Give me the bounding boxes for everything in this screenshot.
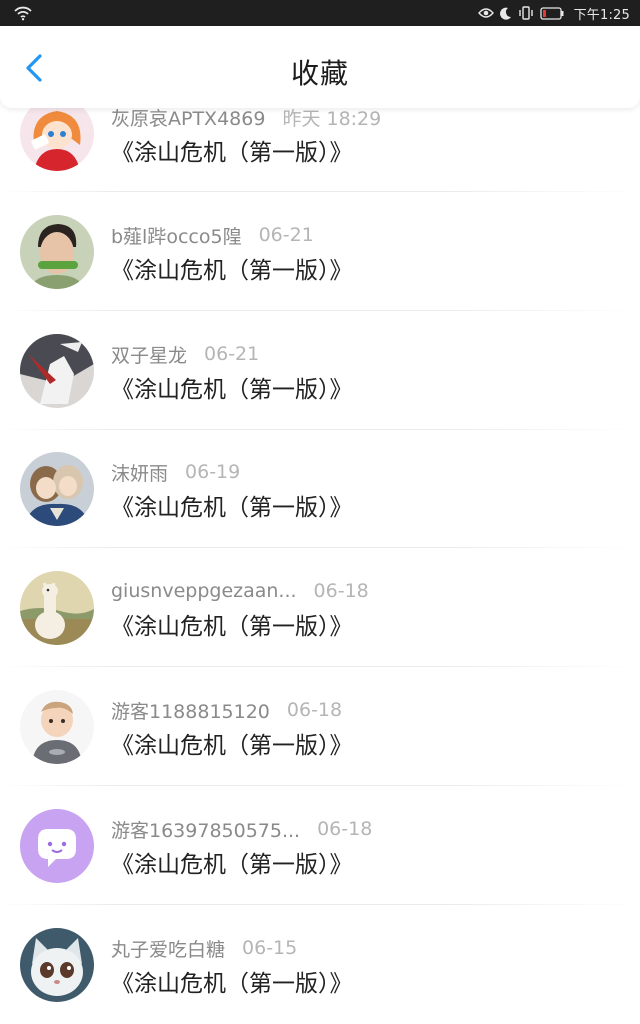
item-meta: giusnveppgezaan... 06-18 [111,578,369,604]
man-portrait-avatar[interactable] [20,215,94,289]
item-date: 06-21 [204,343,260,365]
user-name: 游客16397850575... [111,819,301,842]
chevron-left-icon [26,54,42,82]
item-meta: 游客1188815120 06-18 [111,697,342,723]
item-meta: 沫妍雨 06-19 [111,459,240,485]
list-item[interactable]: 丸子爱吃白糖 06-15 《涂山危机（第一版）》 [0,928,640,1024]
user-name: 沫妍雨 [111,462,169,485]
anime-couple-avatar[interactable] [20,452,94,526]
item-date: 06-18 [313,580,369,602]
item-date: 06-19 [185,461,241,483]
divider [0,785,640,786]
user-name: giusnveppgezaan... [111,580,297,602]
status-time: 下午1:25 [573,7,630,23]
divider [0,666,640,667]
divider [0,310,640,311]
knight-illustration-avatar[interactable] [20,334,94,408]
battery-low-icon [539,6,564,20]
vibrate-icon [518,6,533,20]
user-name: b薤l跸occo5隍 [111,225,242,248]
list-item[interactable]: 游客16397850575... 06-18 《涂山危机（第一版）》 [0,809,640,927]
list-item[interactable]: 灰原哀APTX4869 昨天 18:29 《涂山危机（第一版）》 [0,97,640,215]
item-title[interactable]: 《涂山危机（第一版）》 [111,488,353,522]
anime-girl-avatar[interactable] [20,97,94,171]
back-button[interactable] [14,48,54,88]
list-item[interactable]: giusnveppgezaan... 06-18 《涂山危机（第一版）》 [0,571,640,689]
alpaca-avatar[interactable] [20,571,94,645]
item-title[interactable]: 《涂山危机（第一版）》 [111,370,353,404]
cartoon-cat-avatar[interactable] [20,928,94,1002]
baby-avatar[interactable] [20,690,94,764]
favorites-list[interactable]: 灰原哀APTX4869 昨天 18:29 《涂山危机（第一版）》 b薤l跸occ… [0,26,640,1024]
user-name: 丸子爱吃白糖 [111,938,226,961]
item-meta: 双子星龙 06-21 [111,341,259,367]
item-title[interactable]: 《涂山危机（第一版）》 [111,726,353,760]
wifi-icon [14,6,32,21]
divider [0,429,640,430]
page-title: 收藏 [290,57,349,90]
status-bar: 下午1:25 [0,0,640,26]
list-item[interactable]: 沫妍雨 06-19 《涂山危机（第一版）》 [0,452,640,570]
item-meta: b薤l跸occo5隍 06-21 [111,222,314,248]
chat-bubble-avatar[interactable] [20,809,94,883]
item-meta: 游客16397850575... 06-18 [111,816,372,842]
item-title[interactable]: 《涂山危机（第一版）》 [111,607,353,641]
item-title[interactable]: 《涂山危机（第一版）》 [111,251,353,285]
item-date: 06-18 [286,699,343,721]
item-title[interactable]: 《涂山危机（第一版）》 [111,133,353,167]
divider [0,547,640,548]
list-item[interactable]: b薤l跸occo5隍 06-21 《涂山危机（第一版）》 [0,215,640,333]
item-title[interactable]: 《涂山危机（第一版）》 [111,964,353,998]
list-item[interactable]: 游客1188815120 06-18 《涂山危机（第一版）》 [0,690,640,808]
divider [0,191,640,192]
moon-icon [499,7,511,20]
eye-icon [477,8,494,18]
item-date: 06-21 [258,224,314,246]
item-meta: 丸子爱吃白糖 06-15 [111,935,297,961]
list-item[interactable]: 双子星龙 06-21 《涂山危机（第一版）》 [0,334,640,452]
user-name: 双子星龙 [111,344,188,367]
item-date: 06-15 [242,937,298,959]
item-title[interactable]: 《涂山危机（第一版）》 [111,845,353,879]
divider [0,904,640,905]
user-name: 游客1188815120 [111,700,270,723]
item-date: 06-18 [317,818,373,840]
header: 收藏 [0,26,640,108]
